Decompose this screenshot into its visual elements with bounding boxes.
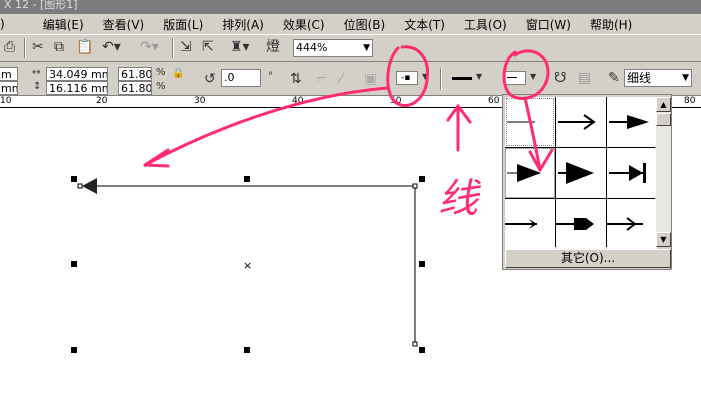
standard-toolbar: ⎙ ✂ ⧉ 📋 ↶▾ ↷▾ ⇲ ⇱ ♜▾ 燈 444% ▼ xyxy=(0,34,701,62)
arrow-option-round[interactable] xyxy=(556,199,606,249)
ruler-tick: 20 xyxy=(96,96,108,106)
cut-icon[interactable]: ✂ xyxy=(32,38,44,56)
outline-width-value: 细线 xyxy=(627,71,652,85)
arrow-option-open[interactable] xyxy=(556,97,606,147)
menu-text[interactable]: 文本(T) xyxy=(404,16,445,33)
chevron-down-icon[interactable]: ▼ xyxy=(363,40,370,56)
chevron-down-icon[interactable]: ▼ xyxy=(422,68,428,86)
height-field[interactable]: 16.116 mm xyxy=(46,81,108,95)
scale-x-field[interactable]: 61.80 xyxy=(118,67,152,81)
property-bar: m mm ↔ ↕ 34.049 mm 16.116 mm 61.80 61.80… xyxy=(0,62,701,96)
redo-icon[interactable]: ↷▾ xyxy=(140,38,159,56)
text-wrap-icon[interactable]: ☋ xyxy=(554,69,566,87)
menu-help[interactable]: 帮助(H) xyxy=(590,16,632,33)
start-arrow-select[interactable]: -▪ xyxy=(396,71,418,85)
paste-icon[interactable]: 📋 xyxy=(76,38,93,56)
export-icon[interactable]: ⇱ xyxy=(202,38,214,56)
svg-text:×: × xyxy=(243,259,252,272)
undo-icon[interactable]: ↶▾ xyxy=(102,38,121,56)
menu-effects[interactable]: 效果(C) xyxy=(283,16,325,33)
selection-handle[interactable] xyxy=(71,176,77,182)
height-icon: ↕ xyxy=(33,81,42,92)
properties-icon[interactable]: ▤ xyxy=(578,69,591,87)
chevron-down-icon[interactable]: ▼ xyxy=(476,68,482,86)
start-arrow-icon: -▪ xyxy=(401,73,411,83)
scroll-thumb[interactable] xyxy=(656,113,671,126)
launcher-icon[interactable]: ♜▾ xyxy=(230,38,250,56)
ruler-tick: 10 xyxy=(0,96,12,106)
title-bar: X 12 - [图形1] xyxy=(0,0,701,14)
percent-label: % xyxy=(156,81,166,92)
arrow-option-feather[interactable] xyxy=(607,199,657,249)
scroll-up-icon[interactable]: ▲ xyxy=(656,97,671,112)
menu-view[interactable]: 查看(V) xyxy=(103,16,145,33)
scroll-down-icon[interactable]: ▼ xyxy=(656,232,671,247)
outline-width-select[interactable]: 细线 ▼ xyxy=(624,69,692,87)
arrowhead-start xyxy=(82,178,97,194)
zoom-select[interactable]: 444% ▼ xyxy=(293,39,373,57)
to-curve-icon[interactable]: ⁄ xyxy=(340,70,342,88)
arrow-option-bar[interactable] xyxy=(607,148,657,198)
dropdown-scrollbar[interactable]: ▲ ▼ xyxy=(656,97,671,247)
arrowhead-dropdown: ▲ ▼ 其它(O)... xyxy=(502,94,672,270)
chevron-down-icon[interactable]: ▼ xyxy=(682,70,689,86)
lock-ratio-icon[interactable]: 🔒 xyxy=(172,65,184,83)
selection-handle[interactable] xyxy=(71,261,77,267)
mirror-icon[interactable]: ⇅ xyxy=(290,70,302,88)
ruler-tick: 80 xyxy=(684,96,696,106)
menu-edit[interactable]: 编辑(E) xyxy=(43,16,84,33)
line-style-select[interactable] xyxy=(452,77,472,80)
scale-y-field[interactable]: 61.80 xyxy=(118,81,152,95)
degree-label: ° xyxy=(268,71,273,82)
menu-tools[interactable]: 工具(O) xyxy=(464,16,507,33)
menu-bitmaps[interactable]: 位图(B) xyxy=(344,16,386,33)
menu-file-partial[interactable]: ) xyxy=(0,17,5,31)
welcome-icon[interactable]: 燈 xyxy=(266,38,280,56)
menu-arrange[interactable]: 排列(A) xyxy=(222,16,264,33)
menu-window[interactable]: 窗口(W) xyxy=(526,16,571,33)
selection-handle[interactable] xyxy=(71,347,77,353)
end-arrow-icon xyxy=(507,77,517,78)
other-arrows-button[interactable]: 其它(O)... xyxy=(505,249,671,268)
arrow-option-filled-small[interactable] xyxy=(607,97,657,147)
ruler-tick: 60 xyxy=(488,96,500,106)
end-arrow-select[interactable] xyxy=(504,71,526,85)
selection-handle[interactable] xyxy=(244,347,250,353)
y-position-field[interactable]: mm xyxy=(0,81,18,95)
node-icon[interactable]: ⌐ xyxy=(316,70,328,88)
pen-icon: ✎ xyxy=(608,70,620,86)
selection-handle[interactable] xyxy=(419,176,425,182)
import-icon[interactable]: ⇲ xyxy=(180,38,192,56)
print-icon[interactable]: ⎙ xyxy=(4,38,15,56)
ruler-tick: 50 xyxy=(390,96,402,106)
menu-layout[interactable]: 版面(L) xyxy=(163,16,203,33)
ruler-tick: 40 xyxy=(292,96,304,106)
rotation-field[interactable]: .0 xyxy=(221,69,261,87)
chevron-down-icon[interactable]: ▼ xyxy=(530,68,536,86)
selection-handle[interactable] xyxy=(419,261,425,267)
width-field[interactable]: 34.049 mm xyxy=(46,67,108,81)
zoom-value: 444% xyxy=(296,41,328,54)
wrap-icon[interactable]: ▣ xyxy=(364,70,377,88)
ruler-tick: 30 xyxy=(194,96,206,106)
selection-handle[interactable] xyxy=(244,176,250,182)
x-position-field[interactable]: m xyxy=(0,67,18,81)
arrow-option-none[interactable] xyxy=(505,97,555,147)
arrow-option-filled[interactable] xyxy=(505,148,555,198)
selection-handle[interactable] xyxy=(419,347,425,353)
copy-icon[interactable]: ⧉ xyxy=(54,38,64,56)
menu-bar: ) 编辑(E) 查看(V) 版面(L) 排列(A) 效果(C) 位图(B) 文本… xyxy=(0,14,701,34)
rotate-icon: ↺ xyxy=(204,71,216,87)
arrow-option-barbed[interactable] xyxy=(505,199,555,249)
arrow-option-triangle[interactable] xyxy=(556,148,606,198)
